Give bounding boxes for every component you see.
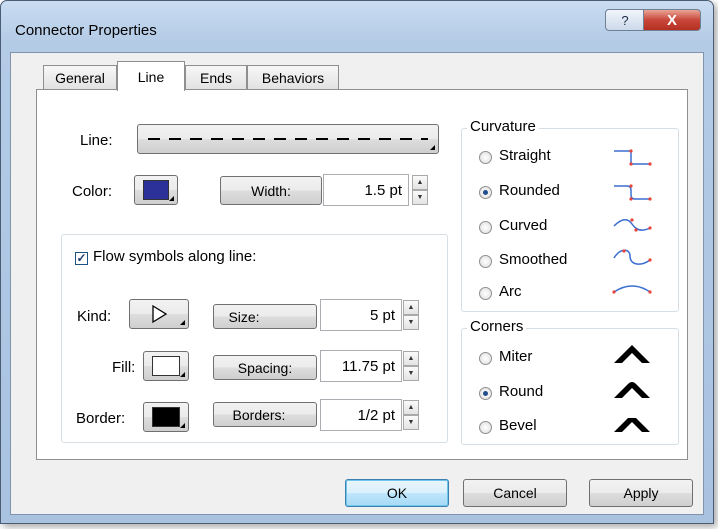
corners-miter-label[interactable]: Miter [499,348,532,365]
tab-ends-label: Ends [200,69,232,86]
tab-ends[interactable]: Ends [185,65,247,89]
corners-round-radio[interactable] [479,387,492,400]
size-button-label: Size: [228,308,260,325]
borders-up-arrow-icon[interactable]: ▲ [403,400,419,415]
straight-curve-icon [614,149,652,166]
borders-stepper[interactable]: ▲ ▼ [403,400,419,430]
corners-round-label[interactable]: Round [499,383,543,400]
fill-color-picker[interactable] [143,351,189,381]
corners-title: Corners [467,318,527,335]
apply-button-label: Apply [623,485,659,501]
curvature-rounded-label[interactable]: Rounded [499,182,560,199]
curvature-curved-radio[interactable] [479,221,492,234]
ok-button[interactable]: OK [345,479,449,507]
curvature-arc-radio[interactable] [479,287,492,300]
close-icon: X [666,11,677,29]
spacing-value: 11.75 pt [341,357,395,375]
round-corner-icon [614,382,650,398]
tab-general[interactable]: General [43,65,117,89]
flow-symbols-label: Flow symbols along line: [93,248,257,265]
flow-symbols-checkbox[interactable]: ✓ [75,252,88,265]
borders-value: 1/2 pt [357,406,395,424]
curvature-smoothed-label[interactable]: Smoothed [499,251,567,268]
width-down-arrow-icon[interactable]: ▼ [412,190,428,205]
ok-button-label: OK [386,485,408,501]
size-button[interactable]: Size: [213,304,317,329]
curvature-curved-label[interactable]: Curved [499,217,547,234]
triangle-symbol-icon [152,304,168,324]
cancel-button-label: Cancel [493,485,537,501]
close-button[interactable]: X [643,9,701,31]
borders-down-arrow-icon[interactable]: ▼ [403,415,419,430]
corners-bevel-radio[interactable] [479,421,492,434]
line-style-dropdown[interactable] [137,124,439,154]
bevel-corner-icon [614,418,650,432]
spacing-input[interactable]: 11.75 pt [320,350,402,382]
title-bar[interactable]: Connector Properties ? X [1,1,713,59]
dialog-client-area: General Line Ends Behaviors Line: Color: [10,52,704,515]
width-input[interactable]: 1.5 pt [323,174,409,206]
curvature-smoothed-radio[interactable] [479,255,492,268]
miter-corner-icon [614,345,650,363]
spacing-down-arrow-icon[interactable]: ▼ [403,366,419,381]
help-button[interactable]: ? [605,9,645,31]
curvature-arc-label[interactable]: Arc [499,283,522,300]
dashed-line-preview [148,138,428,140]
help-icon: ? [621,12,629,28]
line-color-picker[interactable] [134,175,178,205]
border-color-picker[interactable] [143,402,189,432]
borders-input[interactable]: 1/2 pt [320,399,402,431]
width-value: 1.5 pt [364,181,402,199]
width-stepper[interactable]: ▲ ▼ [412,175,428,205]
fill-label: Fill: [112,359,136,376]
line-style-label: Line: [80,132,113,149]
curvature-straight-label[interactable]: Straight [499,147,551,164]
corners-miter-radio[interactable] [479,352,492,365]
curved-curve-icon [613,218,652,232]
borders-button-label: Borders: [232,406,286,423]
size-stepper[interactable]: ▲ ▼ [403,300,419,330]
width-up-arrow-icon[interactable]: ▲ [412,175,428,190]
tab-behaviors[interactable]: Behaviors [247,65,339,89]
smoothed-curve-icon [613,249,652,265]
line-tab-panel: Line: Color: Width: 1.5 pt ▲ ▼ ✓ Flow sy… [36,89,688,460]
apply-button[interactable]: Apply [589,479,693,507]
cancel-button[interactable]: Cancel [463,479,567,507]
corners-bevel-label[interactable]: Bevel [499,417,537,434]
curvature-title: Curvature [467,118,539,135]
size-input[interactable]: 5 pt [320,299,402,331]
spacing-stepper[interactable]: ▲ ▼ [403,351,419,381]
kind-label: Kind: [77,308,112,325]
curvature-rounded-radio[interactable] [479,186,492,199]
curvature-straight-radio[interactable] [479,151,492,164]
line-color-swatch [143,180,169,200]
dialog-title: Connector Properties [15,22,157,39]
size-down-arrow-icon[interactable]: ▼ [403,315,419,330]
width-button[interactable]: Width: [220,176,322,205]
spacing-up-arrow-icon[interactable]: ▲ [403,351,419,366]
size-value: 5 pt [369,306,395,324]
tab-general-label: General [55,69,105,86]
spacing-button[interactable]: Spacing: [213,355,317,380]
width-button-label: Width: [251,182,291,199]
line-color-label: Color: [72,183,113,200]
border-label: Border: [76,410,126,427]
dialog-window: Connector Properties ? X General Line En… [0,0,714,524]
tab-behaviors-label: Behaviors [261,69,325,86]
tab-line-label: Line [137,68,165,85]
size-up-arrow-icon[interactable]: ▲ [403,300,419,315]
borders-button[interactable]: Borders: [213,402,317,427]
spacing-button-label: Spacing: [237,359,293,376]
rounded-curve-icon [614,184,652,201]
kind-picker[interactable] [129,299,189,329]
tab-line[interactable]: Line [117,61,185,91]
fill-color-swatch [152,356,180,376]
border-color-swatch [152,407,180,427]
arc-curve-icon [612,285,652,294]
